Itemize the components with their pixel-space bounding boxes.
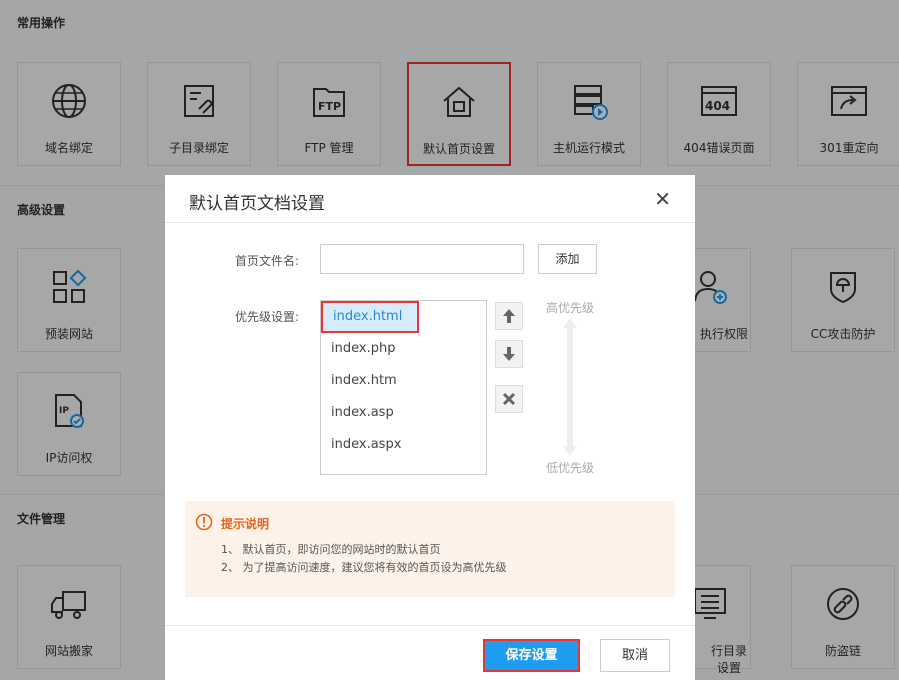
dialog-title: 默认首页文档设置 [189,194,325,214]
warning-icon [195,513,213,531]
filename-input[interactable] [320,244,524,274]
delete-button[interactable] [495,385,523,413]
priority-label: 优先级设置: [234,310,299,324]
arrow-up-icon [503,309,515,323]
delete-x-icon [502,392,516,406]
high-priority-label: 高优先级 [546,301,595,315]
priority-item-selected[interactable]: index.html [321,301,419,333]
priority-arrow-icon [563,318,577,456]
close-icon[interactable]: ✕ [654,187,671,211]
save-button[interactable]: 保存设置 [483,639,580,672]
tip-line: 1、 默认首页，即访问您的网站时的默认首页 [221,543,441,556]
tip-box: 提示说明 1、 默认首页，即访问您的网站时的默认首页 2、 为了提高访问速度，建… [185,501,675,597]
default-homepage-dialog: 默认首页文档设置 ✕ 首页文件名: 添加 优先级设置: index.html i… [165,175,695,680]
tip-line: 2、 为了提高访问速度，建议您将有效的首页设为高优先级 [221,561,507,574]
priority-item[interactable]: index.aspx [321,429,486,461]
priority-item[interactable]: index.htm [321,365,486,397]
tip-title: 提示说明 [221,517,270,531]
priority-item[interactable]: index.php [321,333,486,365]
low-priority-label: 低优先级 [546,461,595,475]
cancel-button[interactable]: 取消 [600,639,670,672]
move-down-button[interactable] [495,340,523,368]
add-button[interactable]: 添加 [538,244,597,274]
filename-label: 首页文件名: [234,254,299,268]
priority-item[interactable]: index.asp [321,397,486,429]
move-up-button[interactable] [495,302,523,330]
priority-list: index.html index.php index.htm index.asp… [320,300,487,475]
arrow-down-icon [503,347,515,361]
dialog-footer: 保存设置 取消 [165,625,695,680]
dialog-header: 默认首页文档设置 ✕ [165,175,695,223]
